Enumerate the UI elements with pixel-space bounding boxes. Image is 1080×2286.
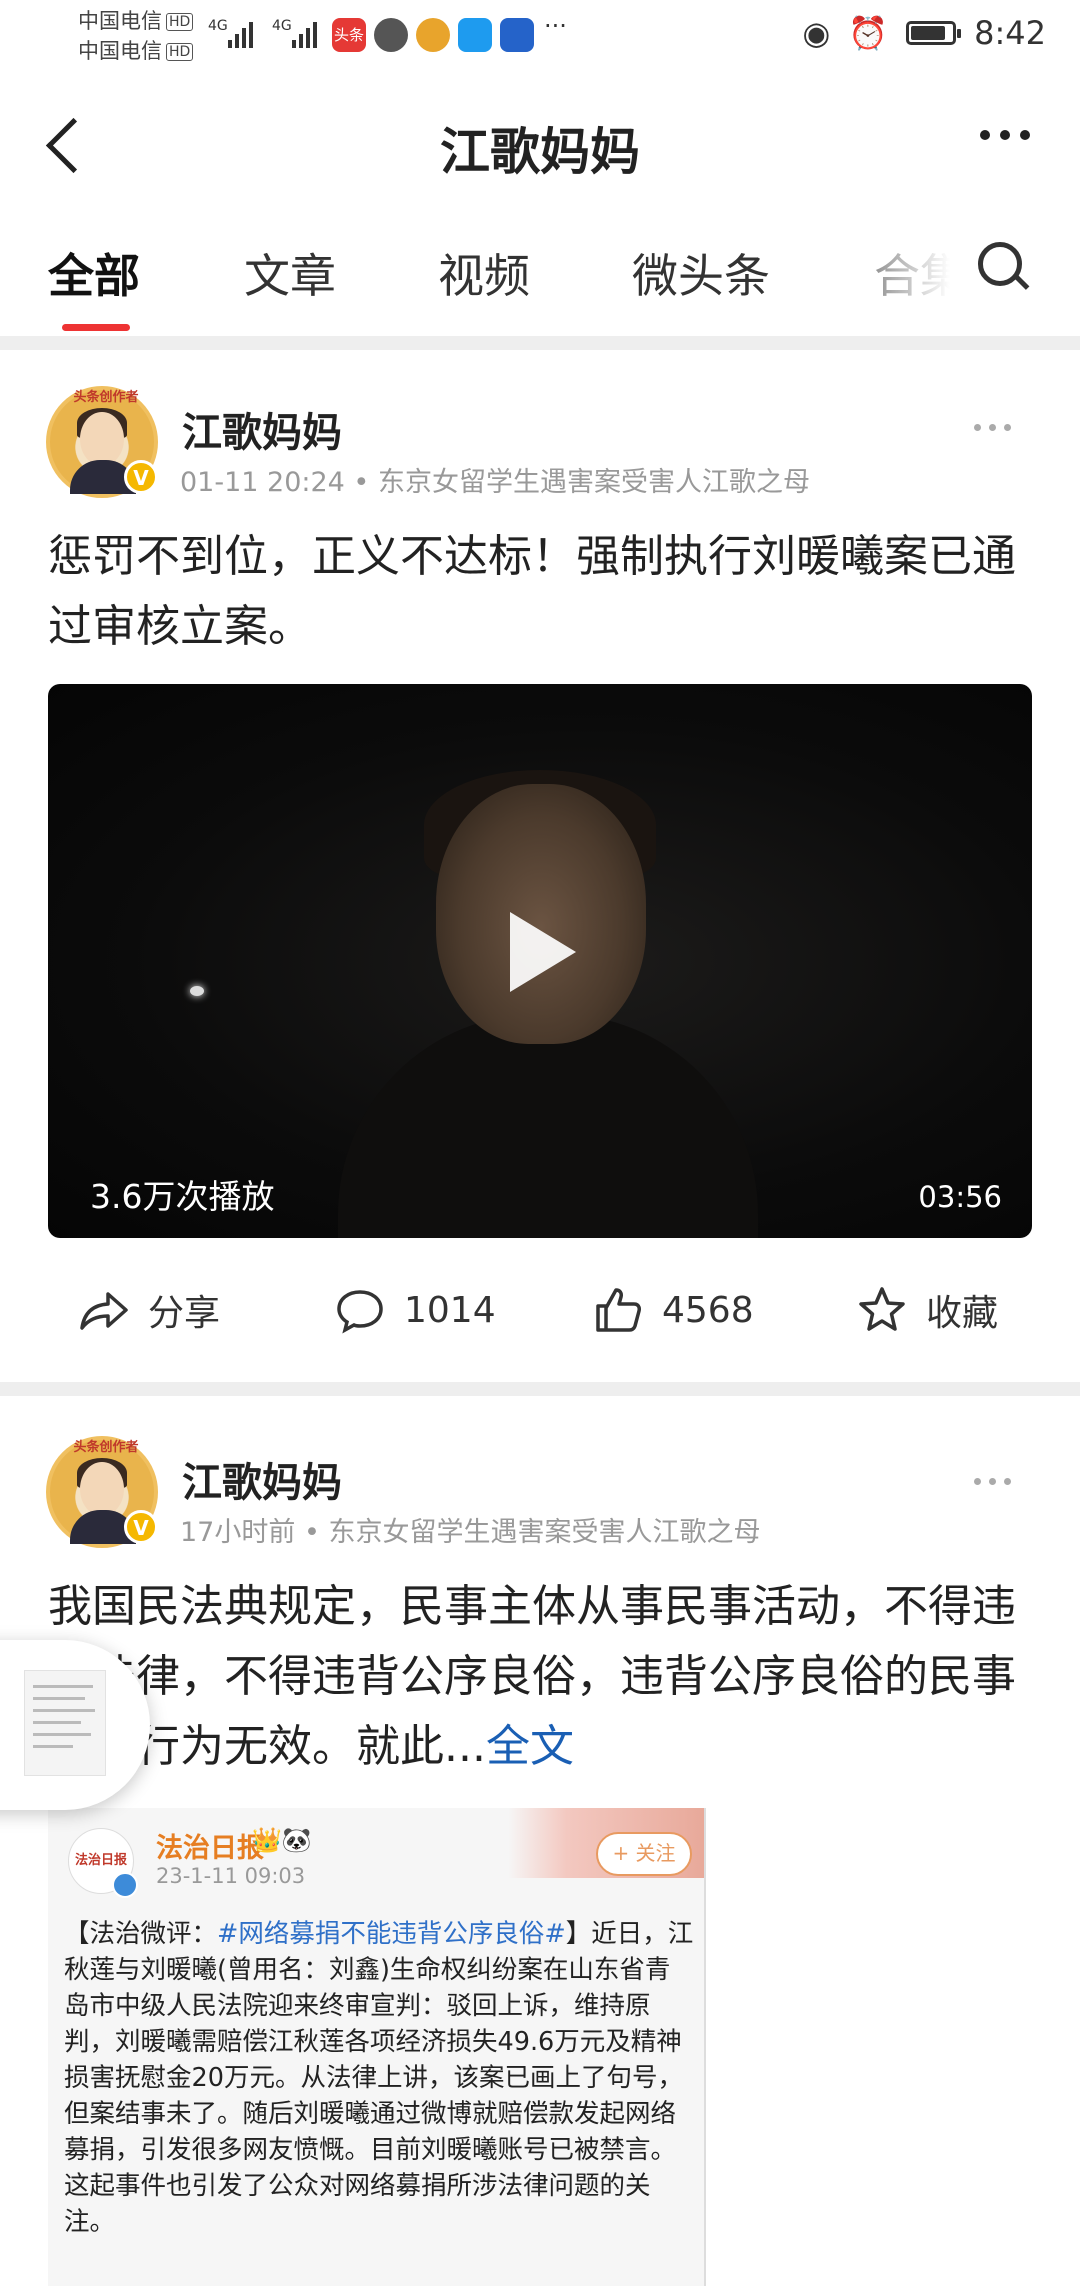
like-count: 4568 <box>662 1289 754 1331</box>
post-text[interactable]: 惩罚不到位，正义不达标！强制执行刘暖曦案已通过审核立案。 <box>48 522 1038 662</box>
post-meta: 17小时前 • 东京女留学生遇害案受害人江歌之母 <box>180 1517 761 1548</box>
collect-label: 收藏 <box>926 1293 999 1334</box>
post-meta: 01-11 20:24 • 东京女留学生遇害案受害人江歌之母 <box>180 467 810 498</box>
tab-bar: 全部 文章 视频 微头条 合集 <box>0 212 1080 336</box>
more-notifications-icon: ··· <box>544 12 567 40</box>
clock-time: 8:42 <box>974 14 1046 52</box>
search-app-icon <box>458 18 492 52</box>
follow-button[interactable]: + 关注 <box>596 1832 692 1876</box>
section-divider <box>0 1382 1080 1396</box>
like-button[interactable]: 4568 <box>592 1284 754 1336</box>
document-thumbnail <box>24 1670 106 1776</box>
tab-micro-posts[interactable]: 微头条 <box>632 240 770 306</box>
quoted-text-body: 】近日，江秋莲与刘暖曦(曾用名：刘鑫)生命权纠纷案在山东省青岛市中级人民法院迎来… <box>64 1919 694 2237</box>
active-tab-indicator <box>62 324 130 331</box>
quoted-post-card[interactable]: 法治日报 法治日报 👑🐼 23-1-11 09:03 + 关注 【法治微评：#网… <box>48 1808 706 2286</box>
quoted-text-prefix: 【法治微评： <box>64 1919 218 1949</box>
more-dots-icon[interactable] <box>980 130 1030 140</box>
status-bar: 中国电信 HD 中国电信 HD 4G 4G 头条 ··· ◉ ⏰ 8:42 <box>0 0 1080 72</box>
full-text-link[interactable]: 全文 <box>486 1721 574 1772</box>
post-more-icon[interactable] <box>974 424 1011 431</box>
verified-v-icon: V <box>124 460 158 494</box>
eye-icon: ◉ <box>802 14 831 52</box>
author-name[interactable]: 江歌妈妈 <box>182 400 342 458</box>
search-icon[interactable] <box>978 242 1026 290</box>
network-type-1: 4G <box>208 18 228 34</box>
collect-button[interactable]: 收藏 <box>856 1284 998 1336</box>
page-title: 江歌妈妈 <box>440 123 640 181</box>
verified-v-icon: V <box>124 1510 158 1544</box>
creator-badge-text: 头条创作者 <box>73 1440 139 1455</box>
tab-videos[interactable]: 视频 <box>438 240 530 306</box>
play-icon[interactable] <box>510 912 576 992</box>
comment-count: 1014 <box>404 1289 496 1331</box>
thumbs-up-icon <box>596 1288 641 1332</box>
battery-icon <box>906 21 962 45</box>
video-play-count: 3.6万次播放 <box>90 1177 275 1216</box>
carrier-1: 中国电信 <box>78 9 162 33</box>
nav-bar: 江歌妈妈 <box>0 72 1080 212</box>
comment-button[interactable]: 1014 <box>334 1284 496 1336</box>
hd-badge-2: HD <box>166 43 194 61</box>
status-right: ◉ ⏰ 8:42 <box>802 14 1046 52</box>
tabs-fade <box>866 232 986 312</box>
verified-blue-icon <box>112 1872 138 1898</box>
crown-panda-icon: 👑🐼 <box>252 1826 312 1854</box>
hashtag-link[interactable]: #网络募捐不能违背公序良俗# <box>217 1919 566 1949</box>
tab-articles[interactable]: 文章 <box>244 240 336 306</box>
signal-bars-2-icon <box>292 16 317 48</box>
network-type-2: 4G <box>272 18 292 34</box>
creator-badge-text: 头条创作者 <box>73 390 139 405</box>
carrier-labels: 中国电信 HD 中国电信 HD <box>78 6 194 66</box>
video-player[interactable]: 3.6万次播放 03:56 <box>48 684 1032 1238</box>
author-avatar[interactable]: 头条创作者 V <box>46 386 158 498</box>
quoted-date: 23-1-11 09:03 <box>156 1864 306 1888</box>
bulb-app-icon <box>500 18 534 52</box>
video-duration: 03:56 <box>918 1180 1002 1214</box>
share-icon <box>80 1292 128 1330</box>
signal-bars-1-icon <box>228 16 253 48</box>
hd-badge-1: HD <box>166 13 194 31</box>
share-button[interactable]: 分享 <box>78 1284 220 1336</box>
post-more-icon[interactable] <box>974 1478 1011 1485</box>
tab-all[interactable]: 全部 <box>48 240 140 306</box>
toutiao-app-icon: 头条 <box>332 18 366 52</box>
star-icon <box>859 1287 905 1331</box>
carrier-2: 中国电信 <box>78 39 162 63</box>
post-text[interactable]: 我国民法典规定，民事主体从事民事活动，不得违反法律，不得违背公序良俗，违背公序良… <box>48 1572 1038 1782</box>
author-name[interactable]: 江歌妈妈 <box>182 1450 342 1508</box>
section-divider <box>0 336 1080 350</box>
quoted-text[interactable]: 【法治微评：#网络募捐不能违背公序良俗#】近日，江秋莲与刘暖曦(曾用名：刘鑫)生… <box>64 1916 694 2240</box>
post-actions: 分享 1014 4568 收藏 <box>0 1256 1080 1366</box>
share-label: 分享 <box>148 1293 221 1334</box>
author-avatar[interactable]: 头条创作者 V <box>46 1436 158 1548</box>
wechat-icon <box>374 18 408 52</box>
comment-icon <box>337 1290 383 1334</box>
weibo-icon <box>416 18 450 52</box>
quoted-author-name[interactable]: 法治日报 <box>156 1826 264 1865</box>
alarm-icon: ⏰ <box>848 14 889 52</box>
